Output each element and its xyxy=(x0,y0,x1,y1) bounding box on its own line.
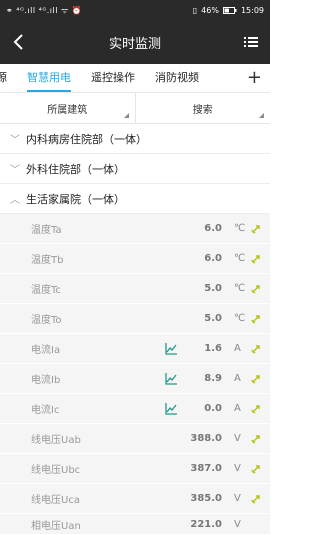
metric-name: 相电压Uan xyxy=(31,520,81,532)
clock: 15:09 xyxy=(240,5,264,15)
group-internal-medicine[interactable]: ﹀ 内科病房住院部（一体） xyxy=(0,124,270,154)
measurement-list: 温度Ta 6.0 ℃ 温度Tb 6.0 ℃ 温度Tc 5.0 ℃ 温度To 5.… xyxy=(0,214,270,535)
link-icon[interactable] xyxy=(251,284,261,294)
metric-name: 电流Ib xyxy=(31,375,61,386)
metric-name: 线电压Uab xyxy=(31,435,81,446)
group-family-residence[interactable]: ︿ 生活家属院（一体） xyxy=(0,184,270,214)
line-chart-icon[interactable] xyxy=(165,342,178,355)
metric-name: 电流Ia xyxy=(31,345,61,356)
menu-button[interactable] xyxy=(242,33,260,51)
tab-bar: 源 智慧用电 遥控操作 消防视频 + xyxy=(0,64,270,93)
metric-unit: ℃ xyxy=(234,223,246,234)
list-item[interactable]: 电流Ib 8.9 A xyxy=(0,364,270,394)
metric-value: 1.6 xyxy=(204,343,222,354)
metric-value: 6.0 xyxy=(204,253,222,264)
dropdown-corner-icon xyxy=(259,113,264,118)
metric-unit: ℃ xyxy=(234,253,246,264)
tab-previous[interactable]: 源 xyxy=(0,64,17,92)
dropdown-corner-icon xyxy=(123,113,129,118)
list-item[interactable]: 电流Ic 0.0 A xyxy=(0,394,270,424)
metric-unit: V xyxy=(234,493,241,504)
status-bar: ⚭ ⁴ᴳ.ıll ⁴ᴳ.ıll ᯤ ⏰ ▯ 46% 15:09 xyxy=(0,0,270,20)
chevron-left-icon xyxy=(13,34,23,50)
list-item[interactable]: 温度Tb 6.0 ℃ xyxy=(0,244,270,274)
status-left: ⚭ ⁴ᴳ.ıll ⁴ᴳ.ıll ᯤ ⏰ xyxy=(6,5,83,15)
metric-unit: V xyxy=(234,463,241,474)
back-button[interactable] xyxy=(10,33,28,51)
metric-unit: A xyxy=(234,343,241,354)
metric-value: 388.0 xyxy=(190,433,222,444)
link-icon[interactable] xyxy=(251,494,261,504)
metric-value: 221.0 xyxy=(190,518,222,530)
tab-remote-control[interactable]: 遥控操作 xyxy=(81,64,145,92)
link-icon[interactable] xyxy=(251,344,261,354)
list-item[interactable]: 线电压Uab 388.0 V xyxy=(0,424,270,454)
line-chart-icon[interactable] xyxy=(165,372,178,385)
list-item[interactable]: 温度Tc 5.0 ℃ xyxy=(0,274,270,304)
search-filter-label: 搜索 xyxy=(192,104,213,116)
metric-name: 电流Ic xyxy=(31,405,60,416)
building-filter[interactable]: 所属建筑 xyxy=(0,93,135,123)
line-chart-icon[interactable] xyxy=(165,402,178,415)
metric-value: 5.0 xyxy=(204,283,222,294)
link-icon[interactable] xyxy=(251,254,261,264)
metric-value: 387.0 xyxy=(190,463,222,474)
chevron-down-icon: ﹀ xyxy=(10,135,20,146)
filter-bar: 所属建筑 搜索 xyxy=(0,93,270,124)
tab-fire-video[interactable]: 消防视频 xyxy=(145,64,209,92)
building-filter-label: 所属建筑 xyxy=(47,104,88,116)
chevron-up-icon: ︿ xyxy=(10,195,20,206)
group-label: 内科病房住院部（一体） xyxy=(26,132,147,146)
metric-value: 385.0 xyxy=(190,493,222,504)
chevron-down-icon: ﹀ xyxy=(10,165,20,176)
metric-name: 温度Tc xyxy=(31,285,61,296)
metric-name: 线电压Ubc xyxy=(31,465,81,476)
metric-value: 8.9 xyxy=(204,373,222,384)
list-item[interactable]: 温度Ta 6.0 ℃ xyxy=(0,214,270,244)
metric-value: 6.0 xyxy=(204,223,222,234)
metric-unit: V xyxy=(234,433,241,444)
battery-percent: 46% xyxy=(201,5,219,15)
group-label: 外科住院部（一体） xyxy=(26,162,125,176)
vibrate-icon: ▯ xyxy=(192,5,198,15)
metric-unit: A xyxy=(234,403,241,414)
link-icon[interactable] xyxy=(251,374,261,384)
search-filter[interactable]: 搜索 xyxy=(134,93,271,123)
link-icon[interactable] xyxy=(251,224,261,234)
metric-name: 温度Ta xyxy=(31,225,62,236)
add-tab-button[interactable]: + xyxy=(247,64,262,92)
status-right: ▯ 46% 15:09 xyxy=(193,6,264,15)
battery-icon xyxy=(222,6,237,14)
link-icon[interactable] xyxy=(251,434,261,444)
link-icon[interactable] xyxy=(251,314,261,324)
metric-value: 5.0 xyxy=(204,313,222,324)
list-item[interactable]: 温度To 5.0 ℃ xyxy=(0,304,270,334)
title-bar: 实时监测 xyxy=(0,20,270,64)
list-item[interactable]: 线电压Ubc 387.0 V xyxy=(0,454,270,484)
link-icon[interactable] xyxy=(251,464,261,474)
metric-unit: V xyxy=(234,518,241,530)
metric-value: 0.0 xyxy=(204,403,222,414)
page-title: 实时监测 xyxy=(108,36,161,52)
group-label: 生活家属院（一体） xyxy=(26,192,125,206)
tab-smart-power[interactable]: 智慧用电 xyxy=(17,64,81,92)
list-item[interactable]: 线电压Uca 385.0 V xyxy=(0,484,270,514)
group-surgery[interactable]: ﹀ 外科住院部（一体） xyxy=(0,154,270,184)
metric-name: 温度Tb xyxy=(31,255,64,266)
metric-name: 温度To xyxy=(31,315,62,326)
metric-unit: A xyxy=(234,373,241,384)
metric-name: 线电压Uca xyxy=(31,495,80,506)
list-item[interactable]: 电流Ia 1.6 A xyxy=(0,334,270,364)
list-menu-icon xyxy=(243,37,258,47)
metric-unit: ℃ xyxy=(234,283,246,294)
link-icon[interactable] xyxy=(251,404,261,414)
metric-unit: ℃ xyxy=(234,313,246,324)
